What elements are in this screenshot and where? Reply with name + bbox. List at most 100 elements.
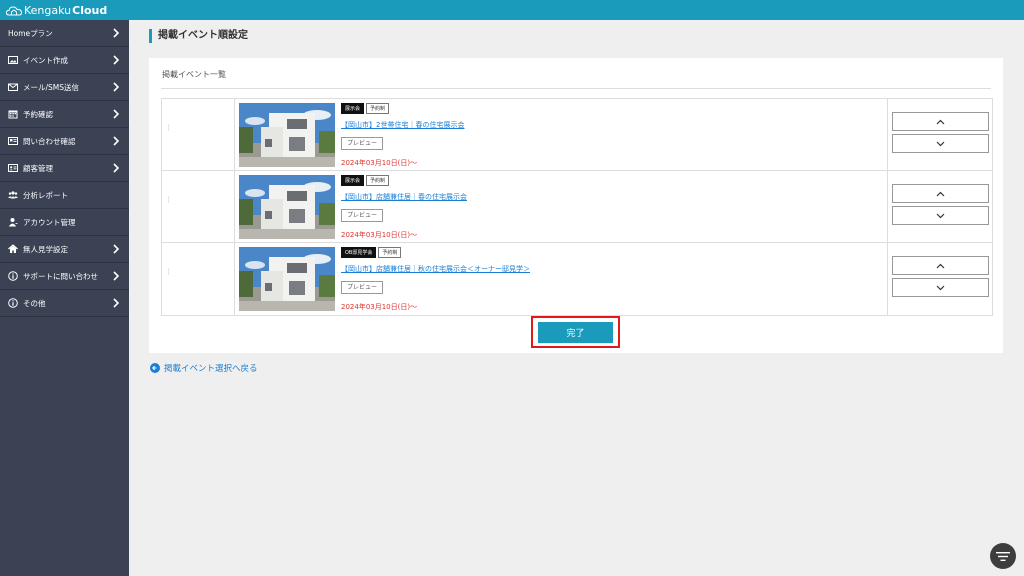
- chevron-right-icon: [113, 82, 120, 92]
- event-info: 展示会 予約制 【岡山市】店舗兼住居｜春の住宅展示会 プレビュー 2024年03…: [341, 175, 881, 240]
- mail-icon: [8, 83, 18, 91]
- sidebar-item-label: メール/SMS送信: [23, 82, 80, 92]
- sidebar-item-label: サポートに問い合わせ: [23, 271, 98, 281]
- logo-text-kengaku: Kengaku: [24, 3, 72, 17]
- sidebar-item-label: 無人見学設定: [23, 244, 68, 254]
- move-down-button[interactable]: [892, 134, 989, 153]
- sidebar-item-customers[interactable]: 顧客管理: [0, 155, 129, 182]
- drag-dots-icon: ⋮: [165, 196, 172, 204]
- event-date: 2024年03月10日(日)〜: [341, 159, 418, 167]
- chevron-down-icon: [936, 285, 945, 290]
- reservation-badge: 予約制: [366, 103, 390, 114]
- sidebar-item-label: 顧客管理: [23, 163, 53, 173]
- sidebar-item-label: イベント作成: [23, 55, 68, 65]
- event-date: 2024年03月10日(日)〜: [341, 231, 418, 239]
- sidebar-item-unmanned-tour[interactable]: 無人見学設定: [0, 236, 129, 263]
- move-down-button[interactable]: [892, 206, 989, 225]
- sidebar-item-label: 問い合わせ確認: [23, 136, 76, 146]
- sidebar-item-label: 予約確認: [23, 109, 53, 119]
- drag-dots-icon: ⋮: [165, 124, 172, 132]
- sidebar-item-account[interactable]: アカウント管理: [0, 209, 129, 236]
- sidebar-item-label: Homeプラン: [8, 28, 53, 38]
- id-card-icon: [8, 164, 18, 172]
- arrow-left-circle-icon: [150, 363, 160, 373]
- sidebar-item-mail-sms[interactable]: メール/SMS送信: [0, 74, 129, 101]
- chevron-right-icon: [113, 163, 120, 173]
- event-thumbnail[interactable]: [239, 247, 335, 311]
- event-thumbnail[interactable]: [239, 175, 335, 239]
- calendar-icon: [8, 110, 18, 119]
- page-title: 掲載イベント順設定: [149, 29, 248, 43]
- chevron-right-icon: [113, 271, 120, 281]
- event-list-panel: 掲載イベント一覧 ⋮ 展示会 予約制 【岡山市】2世帯住宅｜春の住宅展示会 プレ…: [149, 58, 1003, 353]
- sidebar-item-reservations[interactable]: 予約確認: [0, 101, 129, 128]
- event-type-badge: 展示会: [341, 175, 365, 186]
- preview-button[interactable]: プレビュー: [341, 281, 384, 294]
- back-link-label: 掲載イベント選択へ戻る: [164, 364, 258, 374]
- chevron-down-icon: [936, 141, 945, 146]
- move-down-button[interactable]: [892, 278, 989, 297]
- app-logo[interactable]: Kengaku Cloud: [6, 4, 107, 17]
- badge-group: 展示会 予約制: [341, 175, 881, 186]
- move-up-button[interactable]: [892, 184, 989, 203]
- cloud-house-icon: [6, 5, 22, 15]
- sidebar-item-other[interactable]: その他: [0, 290, 129, 317]
- drag-handle[interactable]: ⋮: [162, 99, 235, 170]
- panel-title: 掲載イベント一覧: [162, 70, 226, 79]
- chevron-up-icon: [936, 263, 945, 268]
- home-icon: [8, 244, 18, 253]
- chevron-up-icon: [936, 119, 945, 124]
- floating-menu-button[interactable]: [990, 543, 1016, 569]
- chevron-right-icon: [113, 298, 120, 308]
- sidebar: Homeプラン イベント作成 メール/SMS送信 予約確認 問い合わせ確認 顧客…: [0, 20, 129, 576]
- filter-lines-icon: [996, 551, 1010, 561]
- event-date: 2024年03月10日(日)〜: [341, 303, 418, 311]
- preview-button[interactable]: プレビュー: [341, 209, 384, 222]
- sidebar-item-label: その他: [23, 298, 46, 308]
- done-button-highlight: 完了: [531, 316, 620, 348]
- image-icon: [8, 56, 18, 64]
- info-icon: [8, 298, 18, 308]
- done-button[interactable]: 完了: [538, 322, 613, 343]
- user-icon: [8, 218, 18, 227]
- sidebar-item-label: 分析レポート: [23, 190, 68, 200]
- chevron-right-icon: [113, 136, 120, 146]
- event-title-link[interactable]: 【岡山市】2世帯住宅｜春の住宅展示会: [341, 120, 881, 130]
- chevron-up-icon: [936, 191, 945, 196]
- users-icon: [8, 191, 18, 199]
- inquiry-icon: [8, 137, 18, 145]
- sidebar-item-event-create[interactable]: イベント作成: [0, 47, 129, 74]
- move-up-button[interactable]: [892, 256, 989, 275]
- top-bar: Kengaku Cloud: [0, 0, 1024, 20]
- logo-text-cloud: Cloud: [72, 3, 108, 17]
- move-up-button[interactable]: [892, 112, 989, 131]
- event-info: 展示会 予約制 【岡山市】2世帯住宅｜春の住宅展示会 プレビュー 2024年03…: [341, 103, 881, 168]
- drag-handle[interactable]: ⋮: [162, 171, 235, 242]
- event-title-link[interactable]: 【岡山市】店舗兼住居｜秋の住宅展示会＜オーナー邸見学＞: [341, 264, 881, 274]
- drag-handle[interactable]: ⋮: [162, 243, 235, 315]
- chevron-right-icon: [113, 28, 120, 38]
- back-to-event-selection-link[interactable]: 掲載イベント選択へ戻る: [150, 362, 258, 374]
- main-content: 掲載イベント順設定 掲載イベント一覧 ⋮ 展示会 予約制 【岡山市】2世帯住宅｜…: [129, 20, 1024, 576]
- sidebar-item-analytics[interactable]: 分析レポート: [0, 182, 129, 209]
- event-info: OB邸見学会 予約制 【岡山市】店舗兼住居｜秋の住宅展示会＜オーナー邸見学＞ プ…: [341, 247, 881, 312]
- chevron-right-icon: [113, 55, 120, 65]
- event-thumbnail[interactable]: [239, 103, 335, 167]
- sidebar-item-inquiries[interactable]: 問い合わせ確認: [0, 128, 129, 155]
- sidebar-item-support[interactable]: サポートに問い合わせ: [0, 263, 129, 290]
- order-controls: [887, 243, 993, 315]
- chevron-right-icon: [113, 109, 120, 119]
- info-icon: [8, 271, 18, 281]
- order-controls: [887, 99, 993, 170]
- table-row: ⋮ 展示会: [162, 99, 992, 171]
- table-row: ⋮ 展示会: [162, 171, 992, 243]
- sidebar-item-home-plan[interactable]: Homeプラン: [0, 20, 129, 47]
- drag-dots-icon: ⋮: [165, 268, 172, 276]
- chevron-right-icon: [113, 244, 120, 254]
- divider: [161, 88, 991, 89]
- badge-group: OB邸見学会 予約制: [341, 247, 881, 258]
- reservation-badge: 予約制: [378, 247, 402, 258]
- event-title-link[interactable]: 【岡山市】店舗兼住居｜春の住宅展示会: [341, 192, 881, 202]
- sidebar-item-label: アカウント管理: [23, 217, 76, 227]
- preview-button[interactable]: プレビュー: [341, 137, 384, 150]
